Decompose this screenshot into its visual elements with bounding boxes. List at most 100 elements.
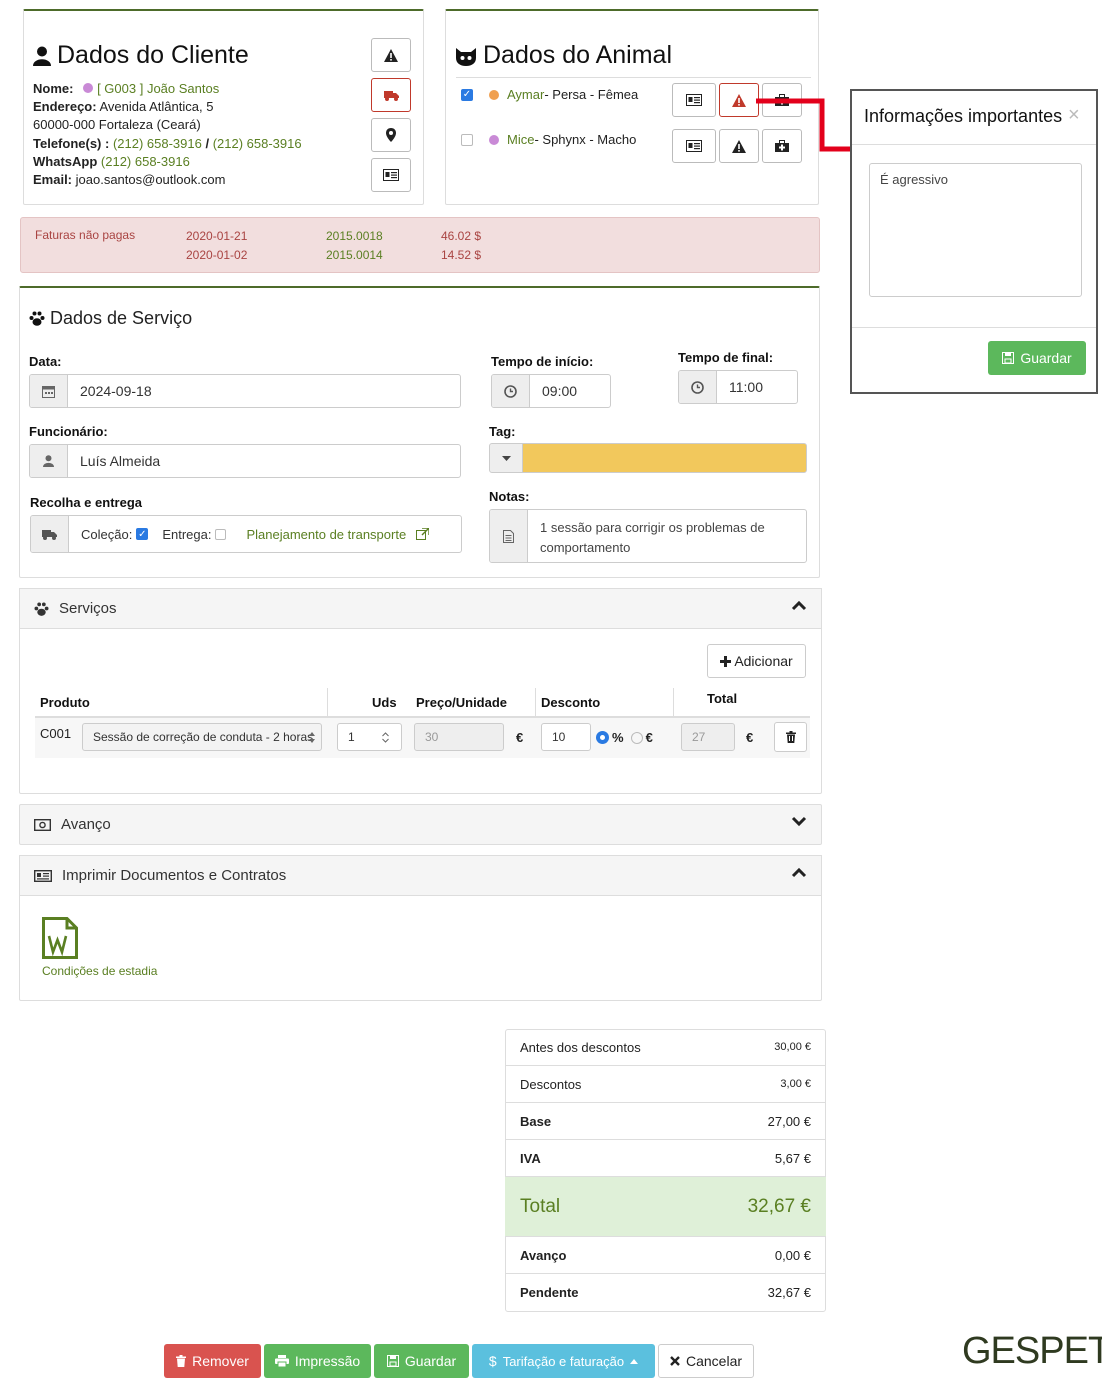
warning-icon	[732, 93, 746, 107]
pet-name-link[interactable]: Mice	[507, 132, 534, 147]
print-button[interactable]: Impressão	[264, 1344, 371, 1378]
pet-card-button[interactable]	[672, 83, 716, 117]
invoice-row[interactable]: 2020-01-21 2015.0018 46.02 $	[186, 229, 486, 245]
pet-color-dot	[489, 89, 499, 100]
discount-percent-radio[interactable]	[596, 731, 609, 744]
calendar-icon	[42, 385, 55, 398]
pet-alert-button[interactable]	[719, 129, 759, 163]
pet-card-button[interactable]	[672, 129, 716, 163]
id-card-icon	[383, 169, 399, 181]
dollar-icon: $	[488, 1353, 497, 1369]
pet-checkbox[interactable]: ✓	[461, 88, 473, 101]
paw-icon	[29, 311, 45, 326]
warning-icon	[384, 48, 398, 62]
pet-alert-button[interactable]	[719, 83, 759, 117]
advance-header[interactable]: Avanço	[19, 804, 822, 845]
popup-note-textarea[interactable]: É agressivo	[869, 163, 1082, 297]
whatsapp-link[interactable]: (212) 658-3916	[101, 154, 190, 169]
transport-planning-link[interactable]: Planejamento de transporte	[246, 527, 406, 542]
clock-icon	[691, 380, 704, 394]
newspaper-icon	[34, 869, 52, 882]
units-input[interactable]: 1	[337, 723, 402, 751]
id-card-icon	[686, 94, 702, 106]
chevron-up-icon[interactable]	[791, 867, 807, 878]
cancel-button[interactable]: Cancelar	[658, 1344, 754, 1378]
client-location-button[interactable]	[371, 118, 411, 152]
external-link-icon[interactable]	[416, 528, 430, 540]
phone-link-2[interactable]: (212) 658-3916	[213, 136, 302, 151]
save-button[interactable]: Guardar	[374, 1344, 469, 1378]
totals-row-before-discounts: Antes dos descontos 30,00 €	[505, 1029, 826, 1066]
pet-checkbox[interactable]	[461, 133, 473, 146]
client-color-dot	[83, 83, 94, 93]
notes-textarea[interactable]: 1 sessão para corrigir os problemas de c…	[489, 509, 807, 563]
user-icon	[33, 46, 51, 66]
gespet-logo: GESPET	[962, 1330, 1102, 1372]
client-details: Nome: [ G003 ] João Santos Endereço: Ave…	[33, 81, 302, 188]
pet-row: Mice - Sphynx - Macho	[461, 132, 681, 147]
unpaid-invoices-alert: Faturas não pagas 2020-01-21 2015.0018 4…	[20, 217, 820, 273]
pet-row: ✓ Aymar - Persa - Fêmea	[461, 87, 639, 102]
plus-icon	[720, 655, 732, 667]
remove-button[interactable]: Remover	[164, 1344, 261, 1378]
popup-close-icon[interactable]: ×	[1068, 104, 1080, 127]
totals-row-advance: Avanço 0,00 €	[505, 1237, 826, 1274]
floppy-icon	[386, 1355, 399, 1367]
trash-icon	[176, 1355, 187, 1367]
printer-icon	[274, 1355, 289, 1367]
animal-title: Dados do Animal	[455, 41, 672, 70]
invoice-row[interactable]: 2020-01-02 2015.0014 14.52 $	[186, 248, 486, 264]
chevron-up-icon[interactable]	[791, 600, 807, 611]
spinner-icon[interactable]	[382, 731, 389, 743]
discount-input[interactable]: 10	[541, 723, 591, 751]
tag-color-field[interactable]	[522, 443, 807, 473]
start-time-input[interactable]: 09:00	[491, 374, 611, 408]
client-name-link[interactable]: [ G003 ] João Santos	[97, 81, 219, 96]
end-time-input[interactable]: 11:00	[678, 370, 798, 404]
pickup-delivery-group: Coleção: ✓ Entrega: Planejamento de tran…	[30, 515, 462, 553]
word-file-icon	[42, 917, 78, 959]
user-icon	[43, 455, 54, 467]
client-panel: Dados do Cliente Nome: [ G003 ] João San…	[23, 9, 424, 205]
product-select[interactable]: Sessão de correção de conduta - 2 horas	[82, 723, 322, 751]
id-card-icon	[686, 140, 702, 152]
client-alert-button[interactable]	[371, 38, 411, 72]
floppy-icon	[1002, 352, 1015, 364]
tag-dropdown-toggle[interactable]	[489, 443, 523, 473]
discount-euro-radio[interactable]	[630, 731, 643, 744]
client-transport-button[interactable]	[371, 78, 411, 112]
services-header[interactable]: Serviços	[19, 588, 822, 629]
add-service-button[interactable]: Adicionar	[707, 644, 806, 678]
date-input[interactable]: 2024-09-18	[29, 374, 461, 408]
select-arrows-icon	[309, 731, 315, 743]
warning-icon	[732, 139, 746, 153]
billing-dropdown-button[interactable]: $ Tarifação e faturação	[472, 1344, 655, 1378]
delivery-checkbox[interactable]	[215, 528, 227, 540]
paw-icon	[34, 601, 49, 616]
clock-icon	[504, 384, 517, 398]
client-title: Dados do Cliente	[33, 41, 249, 70]
collection-checkbox[interactable]: ✓	[136, 528, 149, 540]
totals-row-total: Total 32,67 €	[505, 1177, 826, 1237]
file-text-icon	[503, 529, 514, 543]
truck-icon	[42, 529, 57, 540]
phone-link-1[interactable]: (212) 658-3916	[113, 136, 202, 151]
client-card-button[interactable]	[371, 158, 411, 192]
totals-row-discounts: Descontos 3,00 €	[505, 1066, 826, 1103]
delete-row-button[interactable]	[774, 722, 807, 752]
totals-row-base: Base 27,00 €	[505, 1103, 826, 1140]
pet-name-link[interactable]: Aymar	[507, 87, 544, 102]
caret-up-icon	[630, 1358, 639, 1364]
map-marker-icon	[386, 128, 396, 142]
chevron-down-icon[interactable]	[791, 816, 807, 827]
caret-down-icon	[501, 455, 511, 461]
important-info-popup: Informações importantes × É agressivo Gu…	[850, 89, 1098, 394]
employee-input[interactable]: Luís Almeida	[29, 444, 461, 478]
stay-conditions-document[interactable]: Condições de estadia	[42, 917, 182, 979]
cat-icon	[456, 47, 476, 66]
trash-icon	[785, 731, 796, 743]
popup-save-button[interactable]: Guardar	[988, 341, 1086, 375]
price-input[interactable]: 30	[414, 723, 504, 751]
print-header[interactable]: Imprimir Documentos e Contratos	[19, 855, 822, 896]
service-title: Dados de Serviço	[29, 308, 192, 329]
